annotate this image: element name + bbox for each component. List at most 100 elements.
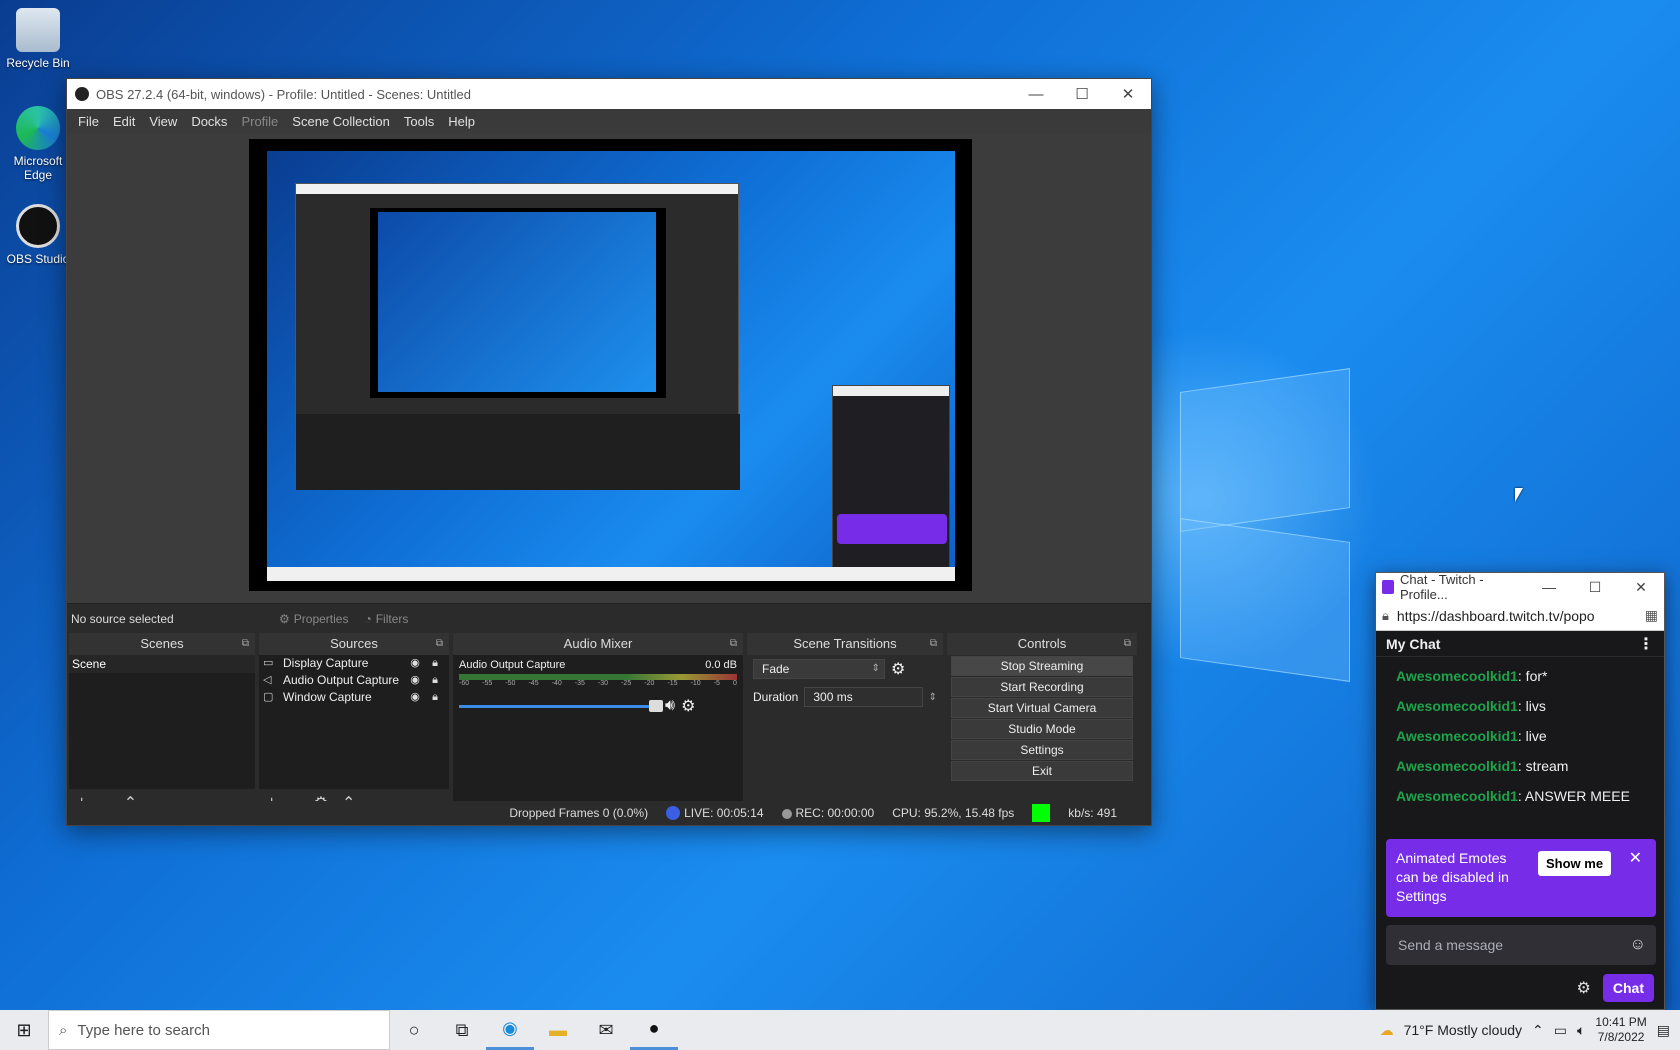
chat-message: Awesomecoolkid1: for*	[1396, 668, 1548, 684]
chat-message: Awesomecoolkid1: livs	[1396, 698, 1546, 714]
source-item[interactable]: ▢ Window Capture ◉ 🔒︎	[259, 689, 449, 706]
maximize-button[interactable]: ☐	[1059, 79, 1105, 109]
start-button[interactable]: ⊞	[0, 1010, 48, 1050]
chat-send-button[interactable]: Chat	[1602, 974, 1654, 1002]
meter-tick-label: -55	[482, 680, 493, 687]
controls-dock: Controls ⧉ Stop Streaming Start Recordin…	[947, 633, 1137, 817]
menu-view[interactable]: View	[142, 114, 184, 129]
filter-icon: ◔	[364, 611, 372, 626]
chevron-up-icon[interactable]: ⌃	[1532, 1022, 1544, 1039]
source-item[interactable]: ◁ Audio Output Capture ◉ 🔒︎	[259, 672, 449, 689]
meter-tick-label: -15	[667, 680, 678, 687]
speaker-icon[interactable]: 🔊︎	[665, 697, 675, 715]
float-icon[interactable]: ⧉	[436, 633, 443, 655]
send-message-input[interactable]: Send a message ☺	[1386, 925, 1656, 965]
mixer-channel: Audio Output Capture 0.0 dB -60 -55 -50 -45…	[453, 655, 743, 720]
source-item[interactable]: ▭ Display Capture ◉ 🔒︎	[259, 655, 449, 672]
maximize-button[interactable]: ☐	[1572, 573, 1618, 601]
more-options-icon[interactable]: ⋮	[1638, 634, 1654, 654]
close-button[interactable]: ✕	[1105, 79, 1151, 109]
gear-icon[interactable]: ⚙	[681, 696, 695, 716]
speaker-icon: ◁	[263, 674, 272, 686]
float-icon[interactable]: ⧉	[930, 633, 937, 655]
menu-edit[interactable]: Edit	[106, 114, 142, 129]
start-virtual-camera-button[interactable]: Start Virtual Camera	[951, 698, 1133, 718]
mixer-body: Audio Output Capture 0.0 dB -60 -55 -50 -45…	[453, 655, 743, 817]
stepper-icon[interactable]: ⇕	[929, 692, 937, 703]
volume-meter	[459, 674, 737, 680]
url-bar[interactable]: 🔒︎ https://dashboard.twitch.tv/popo ▦	[1376, 601, 1664, 631]
menu-docks[interactable]: Docks	[184, 114, 234, 129]
mouse-cursor-icon	[1515, 488, 1523, 502]
visibility-icon[interactable]: ◉	[405, 672, 425, 689]
task-view-icon[interactable]: ⧉	[438, 1010, 486, 1050]
cpu-status: CPU: 95.2%, 15.48 fps	[892, 806, 1015, 820]
minimize-button[interactable]: —	[1526, 573, 1572, 601]
preview-area[interactable]	[67, 133, 1151, 603]
close-icon[interactable]: ✕	[1629, 849, 1642, 868]
live-status: LIVE: 00:05:14	[666, 806, 764, 821]
clock[interactable]: 10:41 PM 7/8/2022	[1595, 1015, 1646, 1045]
preview-frame[interactable]	[249, 139, 972, 591]
audio-mixer-header: Audio Mixer ⧉	[453, 633, 743, 655]
url-text[interactable]: https://dashboard.twitch.tv/popo	[1397, 608, 1637, 624]
filters-button[interactable]: ◔ Filters	[356, 612, 416, 626]
gear-icon[interactable]: ⚙	[891, 659, 905, 679]
exit-button[interactable]: Exit	[951, 761, 1133, 781]
meter-tick-label: -45	[528, 680, 539, 687]
file-explorer-icon[interactable]: ▬	[534, 1010, 582, 1050]
menu-tools[interactable]: Tools	[397, 114, 441, 129]
obs-window: OBS 27.2.4 (64-bit, windows) - Profile: …	[66, 78, 1152, 826]
meter-tick-label: -30	[597, 680, 609, 687]
desktop-icon-edge[interactable]: Microsoft Edge	[4, 106, 72, 182]
volume-slider[interactable]	[459, 699, 663, 712]
duration-input[interactable]: 300 ms	[804, 687, 923, 707]
meter-tick-label: -20	[644, 680, 655, 687]
volume-icon[interactable]: 🔈︎	[1577, 1022, 1585, 1039]
system-tray: ☁ 71°F Mostly cloudy ⌃ ▭ 🔈︎ 10:41 PM 7/8…	[1380, 1015, 1680, 1045]
desktop-icon-recycle-bin[interactable]: Recycle Bin	[4, 8, 72, 70]
mail-icon[interactable]: ✉	[582, 1010, 630, 1050]
lock-icon[interactable]: 🔒︎	[425, 655, 445, 672]
lock-icon[interactable]: 🔒︎	[425, 672, 445, 689]
menu-help[interactable]: Help	[441, 114, 482, 129]
transition-select[interactable]: Fade	[753, 659, 885, 679]
taskbar-search[interactable]: ⌕ Type here to search	[48, 1010, 390, 1050]
studio-mode-button[interactable]: Studio Mode	[951, 719, 1133, 739]
start-recording-button[interactable]: Start Recording	[951, 677, 1133, 697]
desktop-icon-obs[interactable]: OBS Studio	[4, 204, 72, 266]
float-icon[interactable]: ⧉	[242, 633, 249, 655]
obs-titlebar[interactable]: OBS 27.2.4 (64-bit, windows) - Profile: …	[67, 79, 1151, 109]
close-button[interactable]: ✕	[1618, 573, 1664, 601]
edge-taskbar-icon[interactable]: ◉	[486, 1010, 534, 1050]
notifications-icon[interactable]: ▤	[1657, 1022, 1670, 1039]
chat-window-title: Chat - Twitch - Profile...	[1400, 572, 1484, 602]
taskbar: ⊞ ⌕ Type here to search ○ ⧉ ◉ ▬ ✉ ● ☁ 71…	[0, 1010, 1680, 1050]
emote-picker-icon[interactable]: ☺	[1630, 925, 1646, 965]
network-icon[interactable]: ▭	[1554, 1022, 1567, 1039]
settings-button[interactable]: Settings	[951, 740, 1133, 760]
obs-taskbar-icon[interactable]: ●	[630, 1010, 678, 1050]
scene-item[interactable]: Scene	[69, 655, 255, 673]
visibility-icon[interactable]: ◉	[405, 655, 425, 672]
stop-streaming-button[interactable]: Stop Streaming	[951, 656, 1133, 676]
properties-button[interactable]: ⚙ Properties	[271, 612, 356, 626]
chat-titlebar[interactable]: Chat - Twitch - Profile... — ☐ ✕	[1376, 572, 1664, 602]
cortana-icon[interactable]: ○	[390, 1010, 438, 1050]
minimize-button[interactable]: —	[1013, 79, 1059, 109]
scenes-dock-header: Scenes ⧉	[69, 633, 255, 655]
obs-app-icon	[75, 87, 89, 101]
volume-slider-handle[interactable]	[649, 699, 663, 712]
gear-icon[interactable]: ⚙	[1577, 978, 1591, 998]
menu-file[interactable]: File	[71, 114, 106, 129]
weather-text[interactable]: 71°F Mostly cloudy	[1404, 1022, 1522, 1038]
visibility-icon[interactable]: ◉	[405, 689, 425, 706]
float-icon[interactable]: ⧉	[730, 633, 737, 655]
app-grid-icon[interactable]: ▦	[1645, 607, 1658, 624]
preview-screen	[267, 151, 955, 581]
menu-profile[interactable]: Profile	[234, 114, 285, 129]
show-me-button[interactable]: Show me	[1538, 851, 1612, 876]
menu-scene-collection[interactable]: Scene Collection	[285, 114, 397, 129]
lock-icon[interactable]: 🔒︎	[425, 689, 445, 706]
float-icon[interactable]: ⧉	[1124, 633, 1131, 655]
